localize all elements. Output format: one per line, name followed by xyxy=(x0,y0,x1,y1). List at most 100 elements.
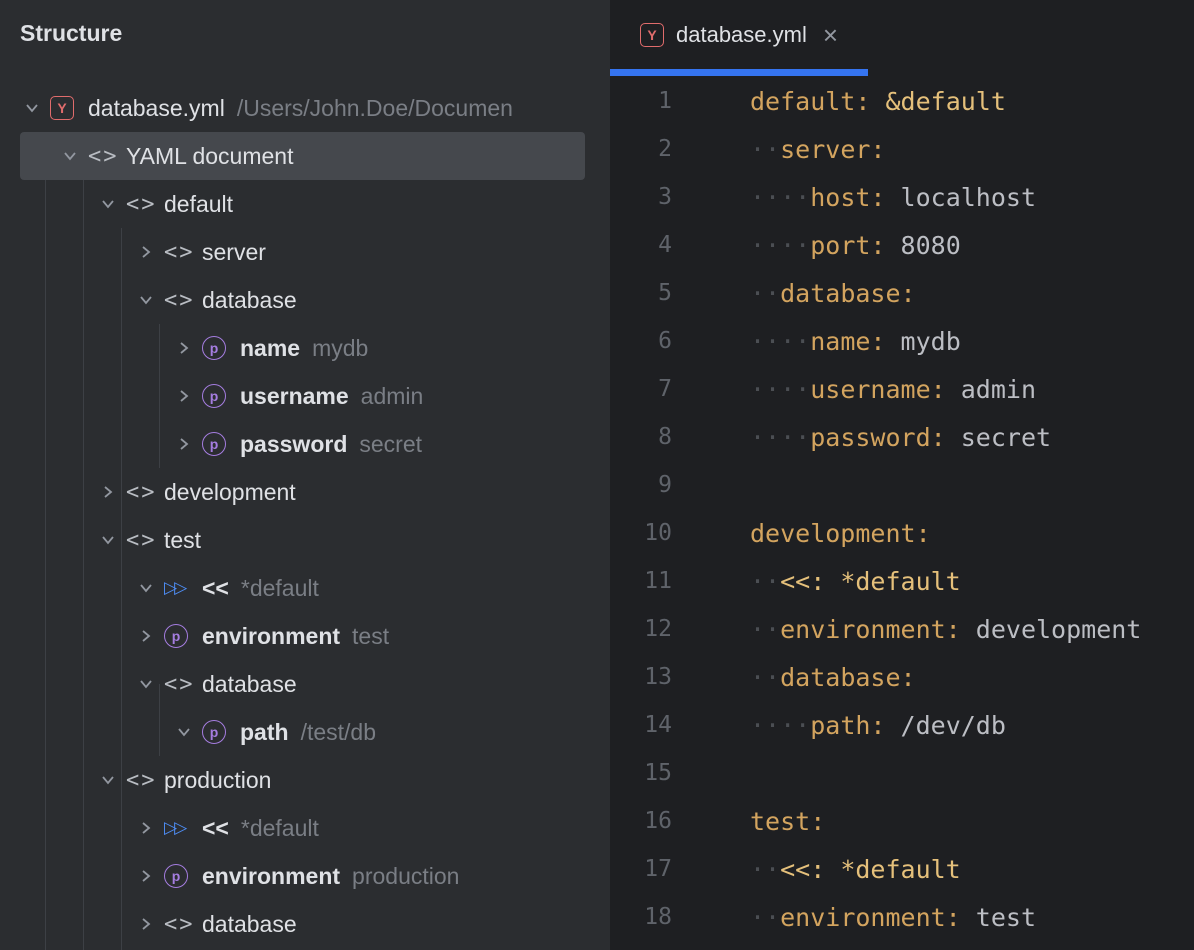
tree-row-yaml-document[interactable]: <>YAML document xyxy=(20,132,585,180)
whitespace-dots: ·· xyxy=(750,135,780,164)
code-token: name: xyxy=(810,327,885,356)
code-token xyxy=(961,903,976,932)
code-line[interactable]: 1default: &default xyxy=(610,77,1194,125)
tree-row-default[interactable]: <>default xyxy=(20,180,585,228)
code-line[interactable]: 8····password: secret xyxy=(610,413,1194,461)
code-line[interactable]: 9 xyxy=(610,461,1194,509)
tree-row-development[interactable]: <>development xyxy=(20,468,585,516)
code-line[interactable]: 14····path: /dev/db xyxy=(610,701,1194,749)
tree-node-label: name xyxy=(240,335,300,362)
tree-row-merge-key[interactable]: ▷▷<<*default xyxy=(20,804,585,852)
tree-node-label: environment xyxy=(202,863,340,890)
code-line[interactable]: 15 xyxy=(610,749,1194,797)
chevron-down-icon[interactable] xyxy=(96,768,120,792)
code-token: &default xyxy=(885,87,1005,116)
tree-row-production[interactable]: <>production xyxy=(20,756,585,804)
tree-node-value: admin xyxy=(361,383,424,410)
line-number: 14 xyxy=(610,712,672,738)
chevron-right-icon[interactable] xyxy=(172,432,196,456)
code-token xyxy=(870,87,885,116)
code-line[interactable]: 6····name: mydb xyxy=(610,317,1194,365)
tree-row-password[interactable]: ppasswordsecret xyxy=(20,420,585,468)
code-token: database: xyxy=(780,279,915,308)
line-number: 17 xyxy=(610,856,672,882)
code-token: port: xyxy=(810,231,885,260)
code-token: development xyxy=(976,615,1142,644)
whitespace-dots: ·· xyxy=(750,615,780,644)
tree-row-environment[interactable]: penvironmentproduction xyxy=(20,852,585,900)
line-number: 9 xyxy=(610,472,672,498)
tree-node-label: password xyxy=(240,431,347,458)
code-token: mydb xyxy=(901,327,961,356)
tree-row-path[interactable]: ppath/test/db xyxy=(20,708,585,756)
chevron-down-icon[interactable] xyxy=(134,672,158,696)
chevron-right-icon[interactable] xyxy=(172,336,196,360)
chevron-right-icon[interactable] xyxy=(134,864,158,888)
code-line[interactable]: 12··environment: development xyxy=(610,605,1194,653)
line-number: 13 xyxy=(610,664,672,690)
chevron-down-icon[interactable] xyxy=(134,576,158,600)
code-text: ··environment: test xyxy=(672,903,1036,932)
close-icon[interactable]: × xyxy=(823,22,838,48)
tree-row-database-yml[interactable]: Ydatabase.yml/Users/John.Doe/Documen xyxy=(20,84,585,132)
code-token: default: xyxy=(750,87,870,116)
chevron-right-icon[interactable] xyxy=(172,384,196,408)
tree-row-merge-key[interactable]: ▷▷<<*default xyxy=(20,564,585,612)
whitespace-dots: ·· xyxy=(750,663,780,692)
code-line[interactable]: 10development: xyxy=(610,509,1194,557)
code-token xyxy=(946,375,961,404)
tree-row-database[interactable]: <>database xyxy=(20,900,585,948)
line-number: 2 xyxy=(610,136,672,162)
chevron-down-icon[interactable] xyxy=(96,528,120,552)
code-line[interactable]: 7····username: admin xyxy=(610,365,1194,413)
chevron-down-icon[interactable] xyxy=(20,96,44,120)
chevron-right-icon[interactable] xyxy=(134,624,158,648)
tab-title: database.yml xyxy=(676,22,807,48)
code-token: database: xyxy=(780,663,915,692)
chevron-right-icon[interactable] xyxy=(134,816,158,840)
chevron-down-icon[interactable] xyxy=(172,720,196,744)
code-line[interactable]: 2··server: xyxy=(610,125,1194,173)
code-editor-area[interactable]: 1default: &default2··server:3····host: l… xyxy=(610,69,1194,950)
chevron-down-icon[interactable] xyxy=(134,288,158,312)
code-line[interactable]: 11··<<: *default xyxy=(610,557,1194,605)
code-line[interactable]: 18··environment: test xyxy=(610,893,1194,941)
whitespace-dots: ·· xyxy=(750,279,780,308)
yaml-tag-icon: <> xyxy=(126,192,164,217)
code-line[interactable]: 4····port: 8080 xyxy=(610,221,1194,269)
code-token: test: xyxy=(750,807,825,836)
property-icon: p xyxy=(202,384,240,408)
chevron-right-icon[interactable] xyxy=(96,480,120,504)
code-token: environment: xyxy=(780,615,961,644)
tree-row-test[interactable]: <>test xyxy=(20,516,585,564)
code-token: 8080 xyxy=(901,231,961,260)
code-line[interactable]: 16 test: xyxy=(610,797,1194,845)
code-text: development: xyxy=(672,519,931,548)
code-token xyxy=(961,615,976,644)
tree-node-label: database xyxy=(202,911,297,938)
whitespace-dots: ···· xyxy=(750,327,810,356)
tab-database-yml[interactable]: Y database.yml × xyxy=(610,0,868,76)
tree-row-username[interactable]: pusernameadmin xyxy=(20,372,585,420)
tree-node-label: server xyxy=(202,239,266,266)
whitespace-dots: ·· xyxy=(750,855,780,884)
code-line[interactable]: 13 ··database: xyxy=(610,653,1194,701)
tree-row-name[interactable]: pnamemydb xyxy=(20,324,585,372)
tree-row-database[interactable]: <>database xyxy=(20,660,585,708)
chevron-right-icon[interactable] xyxy=(134,912,158,936)
code-token: secret xyxy=(961,423,1051,452)
code-line[interactable]: 5··database: xyxy=(610,269,1194,317)
chevron-down-icon[interactable] xyxy=(96,192,120,216)
whitespace-dots: ·· xyxy=(750,567,780,596)
tree-row-database[interactable]: <>database xyxy=(20,276,585,324)
code-line[interactable]: 3····host: localhost xyxy=(610,173,1194,221)
tree-row-server[interactable]: <>server xyxy=(20,228,585,276)
tree-row-environment[interactable]: penvironmenttest xyxy=(20,612,585,660)
chevron-down-icon[interactable] xyxy=(58,144,82,168)
line-number: 16 xyxy=(610,808,672,834)
chevron-right-icon[interactable] xyxy=(134,240,158,264)
code-line[interactable]: 17··<<: *default xyxy=(610,845,1194,893)
code-text: default: &default xyxy=(672,87,1006,116)
whitespace-dots: ···· xyxy=(750,231,810,260)
property-icon: p xyxy=(202,720,240,744)
